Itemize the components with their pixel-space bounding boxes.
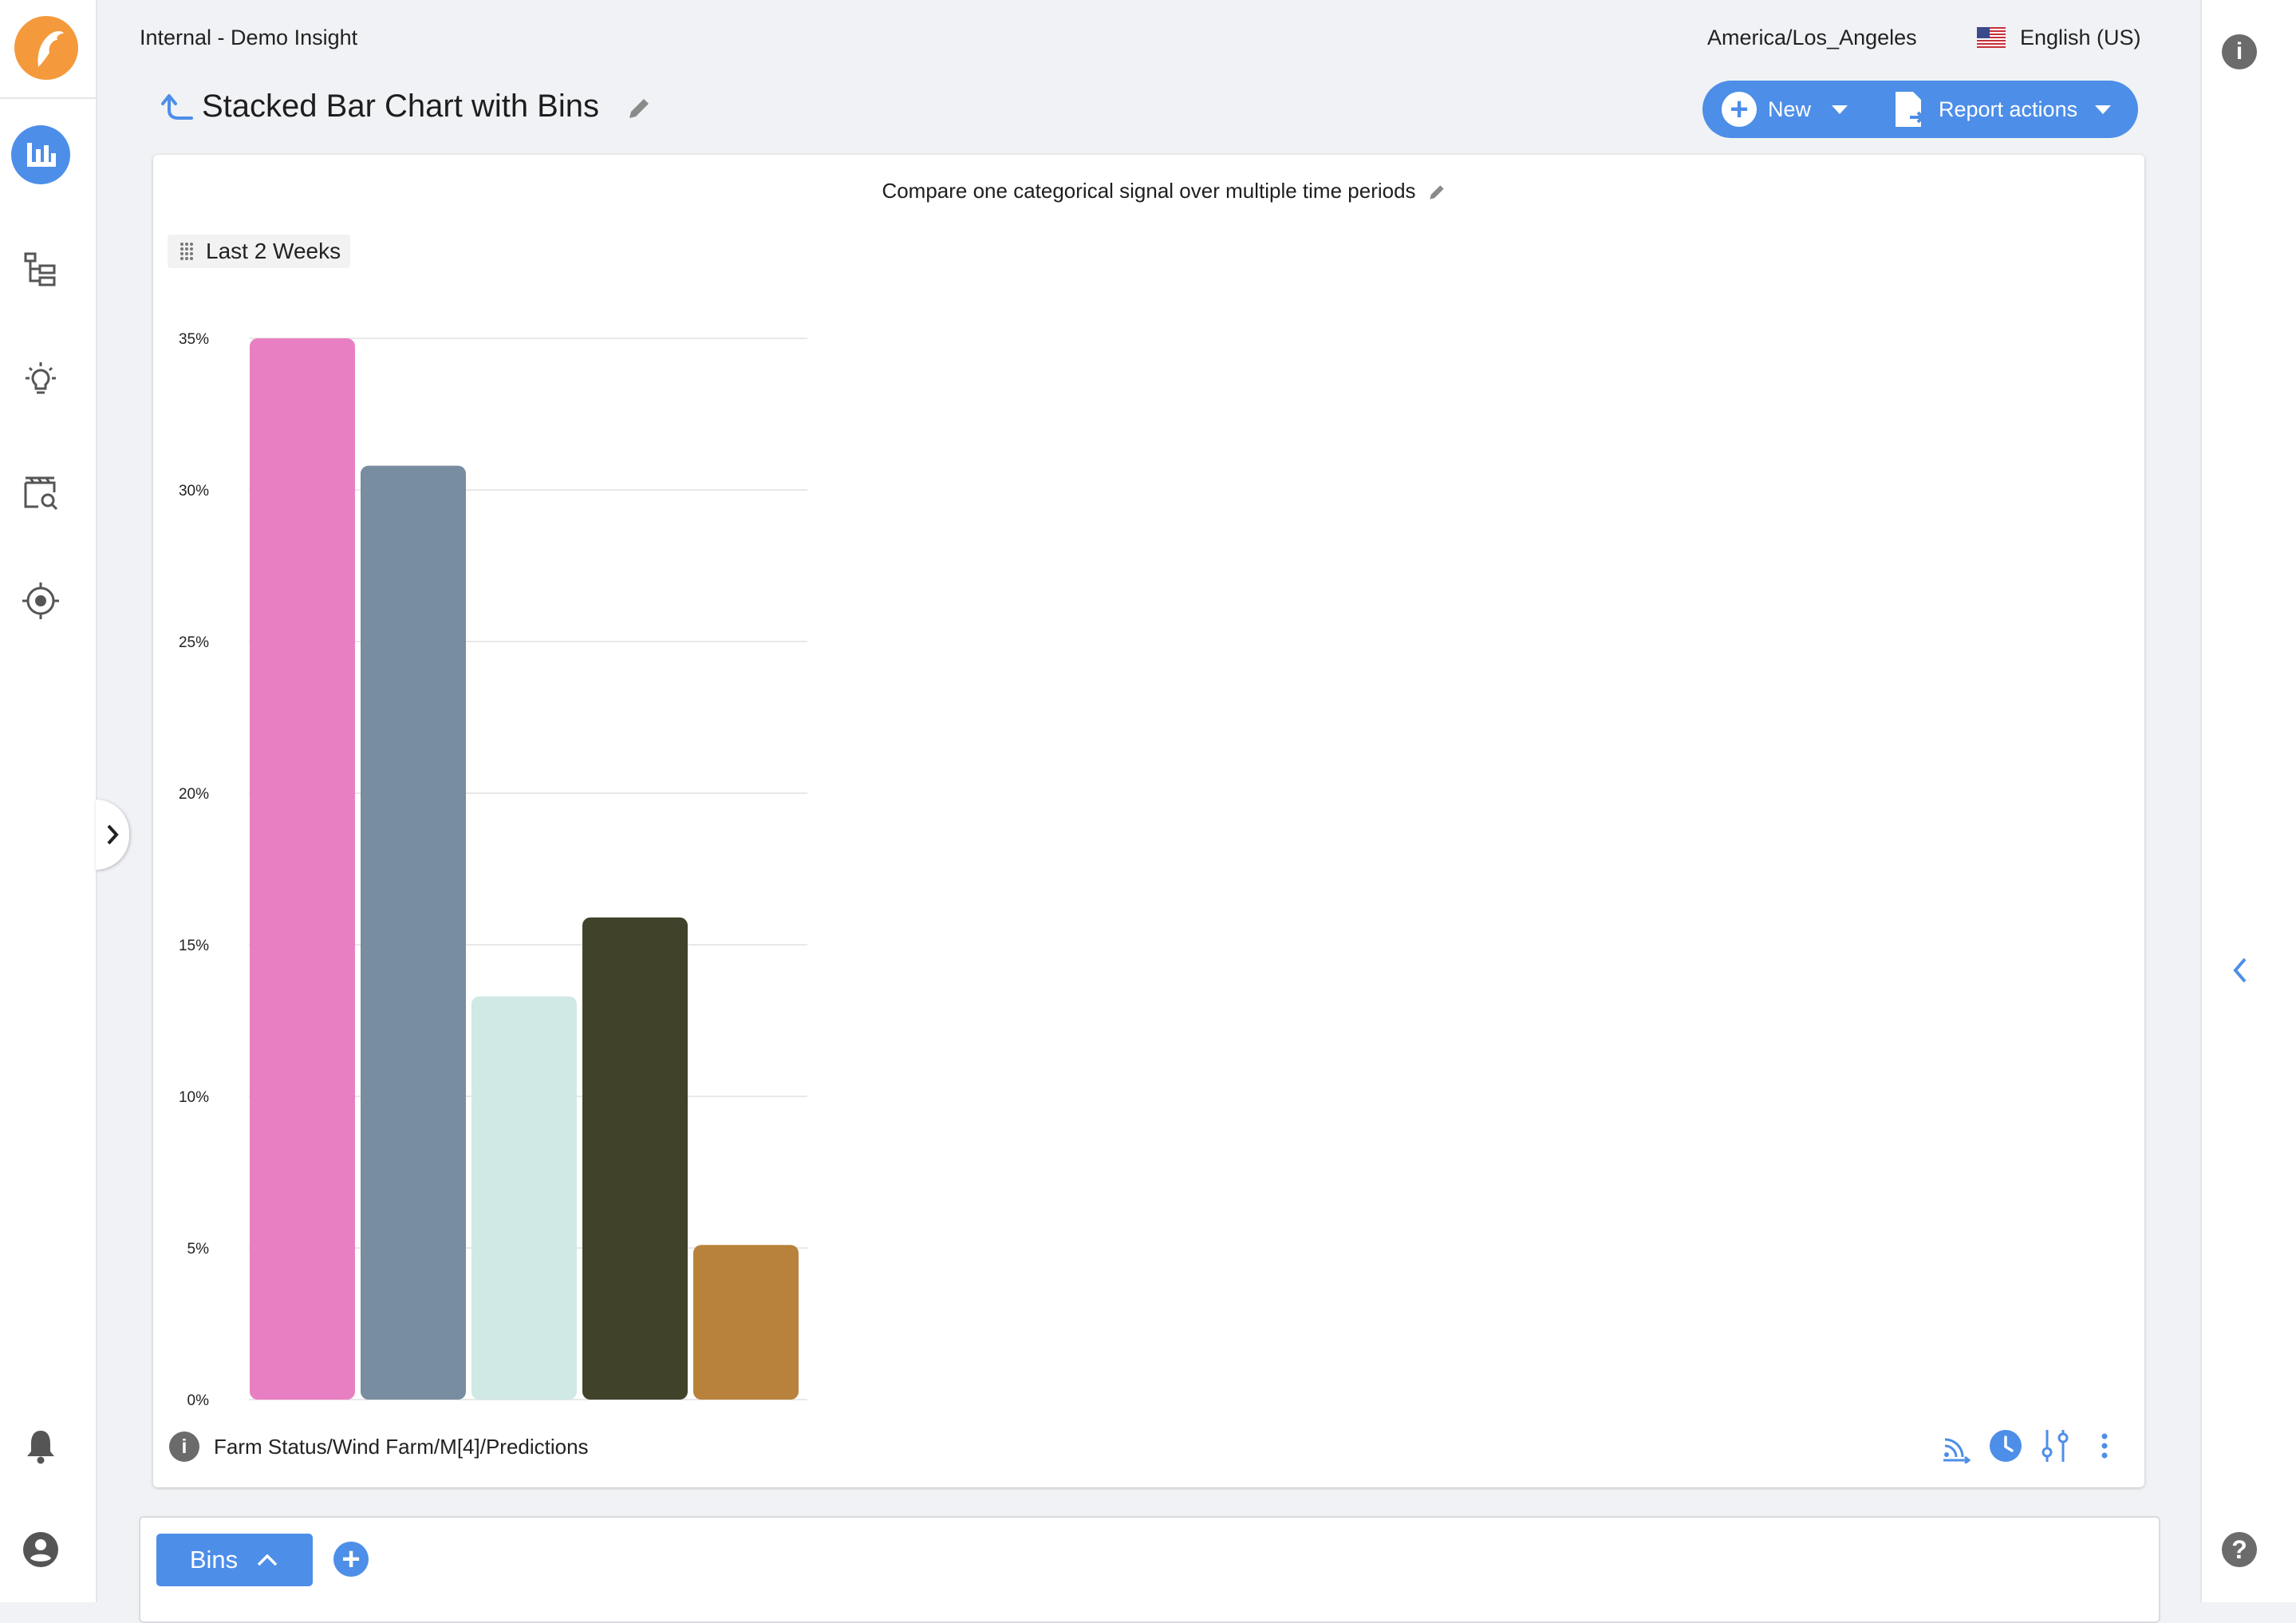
account-icon <box>23 1532 58 1567</box>
language-selector[interactable]: English (US) <box>2020 26 2141 50</box>
info-icon[interactable]: i <box>169 1431 199 1462</box>
new-button-label: New <box>1768 97 1812 121</box>
target-icon <box>22 582 59 619</box>
y-tick-label: 15% <box>179 938 209 954</box>
notifications-button[interactable] <box>16 1421 65 1471</box>
more-options-button[interactable] <box>2087 1428 2122 1463</box>
time-settings-button[interactable] <box>1988 1428 2023 1463</box>
bar-chart-icon <box>27 143 56 167</box>
sliders-icon <box>2042 1430 2069 1462</box>
report-title: Stacked Bar Chart with Bins <box>202 89 599 124</box>
report-actions-button[interactable]: Report actions <box>1892 81 2138 138</box>
nav-event-search-button[interactable] <box>16 468 65 518</box>
action-bar: + New Report actions <box>1702 81 2138 138</box>
y-tick-label: 20% <box>179 786 209 803</box>
edit-pencil-icon[interactable] <box>625 94 653 123</box>
nav-insights-button[interactable] <box>16 356 65 405</box>
clock-icon <box>1990 1430 2022 1462</box>
bird-logo-icon <box>37 31 64 67</box>
app-logo[interactable] <box>14 16 78 80</box>
nav-analytics-button[interactable] <box>11 125 70 184</box>
y-tick-label: 10% <box>179 1089 209 1106</box>
drag-handle-icon[interactable] <box>179 241 195 262</box>
nav-hierarchy-button[interactable] <box>16 245 65 294</box>
nav-target-button[interactable] <box>16 576 65 626</box>
report-export-icon <box>1896 92 1925 127</box>
edit-pencil-icon[interactable] <box>1426 182 1447 203</box>
report-actions-label: Report actions <box>1939 97 2078 121</box>
info-icon[interactable]: i <box>2222 34 2257 69</box>
account-button[interactable] <box>16 1525 65 1574</box>
bar-chart: 0% 5% 10% 15% 20% 25% 30% 35% <box>179 331 807 1409</box>
chevron-up-icon <box>257 1554 278 1566</box>
y-tick-label: 25% <box>179 634 209 651</box>
chart-card: Compare one categorical signal over mult… <box>153 155 2247 1487</box>
y-tick-label: 30% <box>179 483 209 500</box>
chart-subtitle: Compare one categorical signal over mult… <box>882 179 1416 203</box>
time-period-chip[interactable]: Last 2 Weeks <box>168 235 351 268</box>
signal-feed-button[interactable] <box>1939 1428 1974 1463</box>
left-navigation <box>0 0 97 1602</box>
bell-icon <box>27 1431 54 1464</box>
event-search-icon <box>24 476 58 511</box>
bar[interactable] <box>582 917 688 1400</box>
bins-panel: Bins + <box>139 1516 2160 1623</box>
time-period-label: Last 2 Weeks <box>206 239 341 263</box>
feed-icon <box>1943 1438 1971 1463</box>
chevron-down-icon <box>1832 105 1848 114</box>
back-arrow-icon[interactable] <box>158 89 195 126</box>
y-axis: 0% 5% 10% 15% 20% 25% 30% 35% <box>179 331 209 1409</box>
bins-tab[interactable]: Bins <box>156 1534 313 1586</box>
logo-divider <box>0 97 96 99</box>
bar[interactable] <box>693 1245 799 1400</box>
plus-icon: + <box>341 1542 361 1577</box>
bar[interactable] <box>250 338 355 1400</box>
us-flag-icon <box>1977 27 2006 48</box>
more-vertical-icon <box>2101 1433 2108 1459</box>
y-tick-label: 5% <box>187 1241 210 1258</box>
insights-icon <box>26 362 56 394</box>
add-tab-button[interactable]: + <box>333 1542 369 1577</box>
timezone-selector[interactable]: America/Los_Angeles <box>1707 26 1917 50</box>
bar[interactable] <box>361 465 466 1400</box>
breadcrumb[interactable]: Internal - Demo Insight <box>140 26 357 50</box>
bins-tab-label: Bins <box>189 1546 239 1574</box>
chart-settings-button[interactable] <box>2038 1428 2073 1463</box>
new-button[interactable]: + New <box>1702 81 1870 138</box>
signal-source-path: Farm Status/Wind Farm/M[4]/Predictions <box>214 1435 589 1459</box>
y-tick-label: 35% <box>179 331 209 348</box>
chevron-right-icon <box>107 824 119 845</box>
bar-series <box>250 338 799 1400</box>
hierarchy-icon <box>24 252 56 286</box>
right-sidebar: i ? <box>2200 0 2296 1602</box>
chevron-left-icon[interactable] <box>2226 953 2253 988</box>
expand-panel-button[interactable] <box>96 800 129 870</box>
bar[interactable] <box>471 996 577 1400</box>
help-icon[interactable]: ? <box>2222 1532 2257 1567</box>
plus-icon: + <box>1722 92 1757 127</box>
chevron-down-icon <box>2095 105 2112 114</box>
y-tick-label: 0% <box>187 1392 210 1409</box>
